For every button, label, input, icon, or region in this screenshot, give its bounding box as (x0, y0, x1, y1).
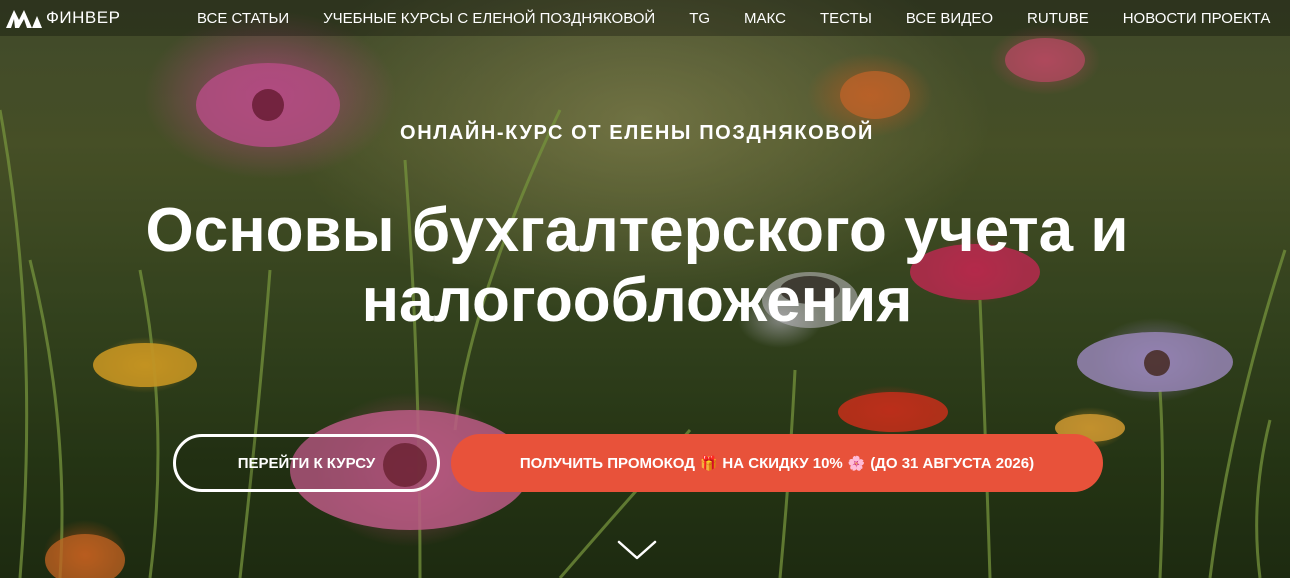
nav-item-all-articles[interactable]: ВСЕ СТАТЬИ (197, 10, 289, 27)
hero-title-line-1: Основы бухгалтерского учета и (145, 196, 1129, 265)
go-to-course-button[interactable]: ПЕРЕЙТИ К КУРСУ (173, 434, 440, 492)
nav-item-courses[interactable]: УЧЕБНЫЕ КУРСЫ С ЕЛЕНОЙ ПОЗДНЯКОВОЙ (323, 10, 655, 27)
site-logo[interactable]: ФИНВЕР (6, 7, 181, 29)
promo-label-part3: (ДО 31 АВГУСТА 2026) (870, 454, 1035, 472)
promo-label-part2: НА СКИДКУ 10% (722, 454, 843, 472)
nav-item-project-news[interactable]: НОВОСТИ ПРОЕКТА (1123, 10, 1271, 27)
hero-title: Основы бухгалтерского учета и налогообло… (40, 196, 1234, 336)
promo-label-part1: ПОЛУЧИТЬ ПРОМОКОД (519, 454, 695, 472)
hero-kicker: ОНЛАЙН-КУРС ОТ ЕЛЕНЫ ПОЗДНЯКОВОЙ (400, 122, 874, 144)
finver-logo-icon (6, 10, 42, 28)
top-navigation-bar: ФИНВЕР ВСЕ СТАТЬИ УЧЕБНЫЕ КУРСЫ С ЕЛЕНОЙ… (0, 0, 1290, 36)
chevron-down-icon[interactable] (617, 538, 657, 562)
get-promo-code-button[interactable]: ПОЛУЧИТЬ ПРОМОКОД 🎁 НА СКИДКУ 10% 🌸 (ДО … (451, 434, 1103, 492)
nav-item-max[interactable]: МАКС (744, 10, 786, 27)
go-to-course-label: ПЕРЕЙТИ К КУРСУ (237, 454, 376, 472)
logo-text: ФИНВЕР (46, 8, 121, 27)
flower-icon: 🌸 (847, 454, 866, 471)
hero-section: ФИНВЕР ВСЕ СТАТЬИ УЧЕБНЫЕ КУРСЫ С ЕЛЕНОЙ… (0, 0, 1290, 578)
nav-item-tg[interactable]: TG (689, 10, 710, 27)
nav-item-tests[interactable]: ТЕСТЫ (820, 10, 872, 27)
nav-item-rutube[interactable]: RUTUBE (1027, 10, 1089, 27)
hero-title-line-2: налогообложения (361, 266, 913, 335)
nav-item-all-videos[interactable]: ВСЕ ВИДЕО (906, 10, 993, 27)
main-nav: ВСЕ СТАТЬИ УЧЕБНЫЕ КУРСЫ С ЕЛЕНОЙ ПОЗДНЯ… (189, 10, 1270, 27)
gift-icon: 🎁 (699, 454, 718, 471)
